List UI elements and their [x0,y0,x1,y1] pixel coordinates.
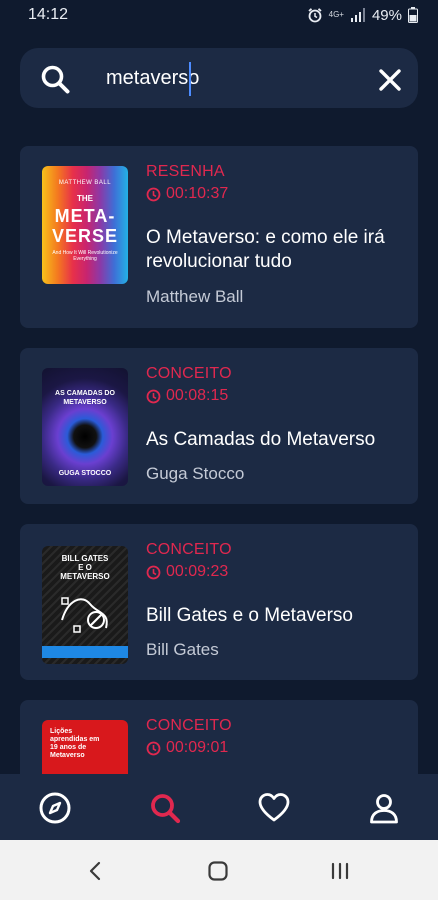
duration: 00:08:15 [146,387,228,405]
cover-text: 19 anos de [50,744,87,751]
search-icon[interactable] [148,791,182,825]
cover-text: And How It Will Revolutionize Everything [52,250,118,262]
clock-icon [146,741,161,755]
heart-icon[interactable] [257,791,291,825]
book-cover-image: MATTHEW BALL THE META- VERSE And How It … [42,166,128,284]
cover-text: GUGA STOCCO [58,470,112,477]
cover-illustration [61,597,108,633]
battery-icon [408,7,418,23]
clock-icon [146,187,161,201]
cover-text: Metaverso [50,752,85,759]
clear-search-button[interactable] [376,66,404,94]
status-time: 14:12 [28,6,69,23]
system-nav-bar [0,840,438,900]
duration: 00:09:01 [146,739,228,757]
user-icon[interactable] [367,791,401,825]
alarm-icon [308,8,322,23]
duration: 00:10:37 [146,185,228,203]
clock-icon [146,565,161,579]
result-card[interactable]: BILL GATES E O METAVERSO CONCEITO 00:09:… [20,524,418,680]
book-title: As Camadas do Metaverso [146,429,376,450]
cover-text: VERSE [51,226,119,246]
recent-apps-icon[interactable] [328,859,352,883]
result-card[interactable]: Lições aprendidas em 19 anos de Metavers… [20,700,418,774]
search-icon [41,65,70,94]
category-label: CONCEITO [146,717,232,734]
text-cursor [189,62,191,96]
cover-text: METAVERSO [60,572,110,581]
app-screen: 14:12 4G+ 49% metaverso MATTHEW BALL THE… [0,0,438,900]
compass-icon[interactable] [38,791,72,825]
battery-percent: 49% [371,6,402,24]
duration-text: 00:08:15 [166,387,229,404]
book-author: Bill Gates [146,640,219,659]
cover-text: MATTHEW BALL [58,180,112,186]
results-list: MATTHEW BALL THE META- VERSE And How It … [0,146,438,774]
book-author: Matthew Ball [146,287,244,306]
status-bar: 14:12 4G+ 49% [0,0,438,30]
result-card[interactable]: AS CAMADAS DO METAVERSO GUGA STOCCO CONC… [20,348,418,504]
home-icon[interactable] [206,859,230,883]
cover-text: METAVERSO [63,399,107,406]
cover-text: aprendidas em [50,736,100,743]
cover-text: META- [54,206,116,226]
duration-text: 00:09:01 [166,739,229,756]
category-label: CONCEITO [146,541,232,558]
book-cover-image: AS CAMADAS DO METAVERSO GUGA STOCCO [42,368,128,486]
status-icons: 4G+ 49% [307,7,418,24]
book-author: Guga Stocco [146,464,245,483]
network-type: 4G+ [328,10,344,19]
duration-text: 00:10:37 [166,185,229,202]
cover-text: Lições [50,728,73,735]
signal-icon [350,8,365,22]
search-bar[interactable] [20,48,418,108]
back-icon[interactable] [84,859,108,883]
duration: 00:09:23 [146,563,228,581]
cover-band [42,646,128,658]
bottom-nav [0,774,438,840]
cover-text: THE [77,194,93,203]
search-input[interactable] [106,62,356,94]
category-label: RESENHA [146,163,225,180]
book-cover-image: Lições aprendidas em 19 anos de Metavers… [42,720,128,774]
category-label: CONCEITO [146,365,232,382]
book-title: O Metaverso: e como ele irá revolucionar… [146,227,385,272]
cover-text: E O [78,563,92,572]
book-cover-image: BILL GATES E O METAVERSO [42,546,128,664]
cover-text: AS CAMADAS DO [55,390,115,397]
result-card[interactable]: MATTHEW BALL THE META- VERSE And How It … [20,146,418,328]
clock-icon [146,389,161,403]
book-title: Bill Gates e o Metaverso [146,605,353,626]
cover-text: BILL GATES [61,554,109,563]
duration-text: 00:09:23 [166,563,229,580]
